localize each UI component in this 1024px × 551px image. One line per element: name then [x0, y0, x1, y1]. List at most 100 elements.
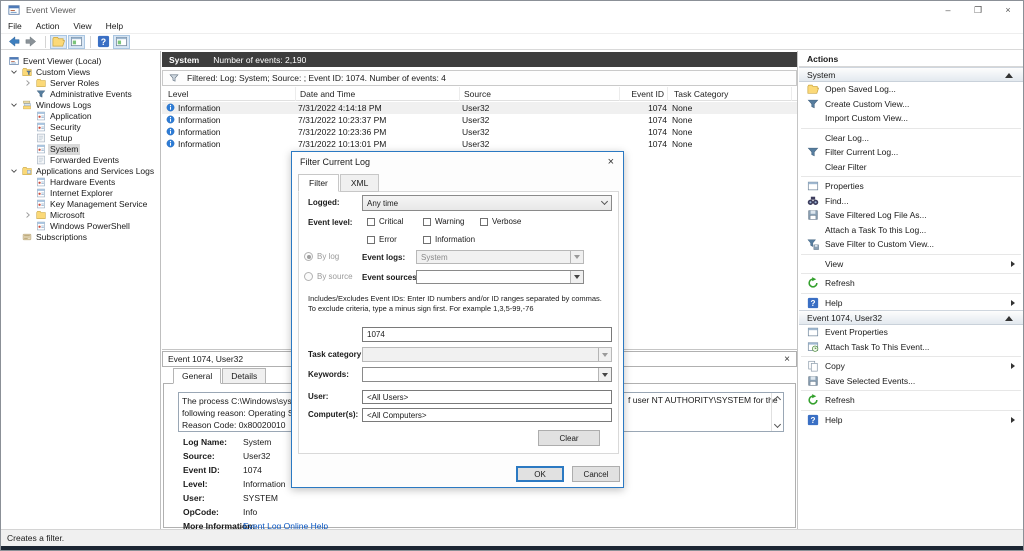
checkbox-box[interactable]	[367, 235, 375, 244]
message-scrollbar[interactable]	[771, 393, 783, 431]
action-view[interactable]: View	[799, 257, 1023, 272]
checkbox-error[interactable]: Error	[367, 235, 397, 244]
action-attach-a-task-to-this-log[interactable]: Attach a Task To this Log...	[799, 223, 1023, 238]
tree-item-applications-and-services-logs[interactable]: Applications and Services Logs	[3, 166, 160, 177]
checkbox-information[interactable]: Information	[423, 235, 475, 244]
user-input[interactable]: <All Users>	[362, 390, 612, 404]
checkbox-box[interactable]	[423, 235, 431, 244]
menu-help[interactable]: Help	[99, 21, 130, 31]
tree-item-custom-views[interactable]: Custom Views	[3, 67, 160, 78]
forward-button[interactable]	[23, 35, 40, 49]
tab-details[interactable]: Details	[222, 368, 267, 384]
logged-combobox[interactable]: Any time	[362, 195, 612, 211]
show-console-tree-button[interactable]	[68, 34, 85, 49]
event-ids-input[interactable]: 1074	[362, 327, 612, 342]
tree-item-forwarded-events[interactable]: Forwarded Events	[3, 155, 160, 166]
tree-item-application[interactable]: Application	[3, 111, 160, 122]
action-open-saved-log[interactable]: Open Saved Log...	[799, 82, 1023, 97]
action-attach-task-to-this-event-event[interactable]: Attach Task To This Event...	[799, 340, 1023, 355]
computers-input[interactable]: <All Computers>	[362, 408, 612, 422]
dropdown-button[interactable]	[570, 271, 583, 283]
action-save-filtered-log-file-as[interactable]: Save Filtered Log File As...	[799, 208, 1023, 223]
action-clear-log[interactable]: Clear Log...	[799, 131, 1023, 146]
checkbox-box[interactable]	[367, 217, 375, 226]
checkbox-critical[interactable]: Critical	[367, 217, 403, 226]
minimize-button[interactable]: –	[933, 1, 963, 19]
tree-item-server-roles[interactable]: Server Roles	[3, 78, 160, 89]
clear-button[interactable]: Clear	[538, 430, 600, 446]
tree-item-security[interactable]: Security	[3, 122, 160, 133]
back-button[interactable]	[5, 35, 22, 49]
tree-item-hardware-events[interactable]: Hardware Events	[3, 177, 160, 188]
checkbox-box[interactable]	[423, 217, 431, 226]
tree-item-event-viewer-local[interactable]: Event Viewer (Local)	[3, 56, 160, 67]
open-saved-log-button[interactable]	[50, 34, 67, 49]
action-refresh-event[interactable]: Refresh	[799, 393, 1023, 408]
dropdown-button[interactable]	[598, 348, 611, 361]
tree-item-windows-powershell[interactable]: Windows PowerShell	[3, 221, 160, 232]
event-row-1[interactable]: Information 7/31/2022 4:14:18 PM User32 107…	[162, 102, 797, 114]
chev-expanded-icon[interactable]	[9, 166, 19, 176]
menu-view[interactable]: View	[66, 21, 98, 31]
chev-collapsed-icon[interactable]	[23, 210, 33, 220]
ok-button[interactable]: OK	[516, 466, 564, 482]
event-logs-dropdown[interactable]: System	[416, 250, 584, 264]
column-header-level[interactable]: Level	[164, 87, 296, 101]
maximize-button[interactable]: ❐	[963, 1, 993, 19]
by-log-radio[interactable]: By log	[304, 252, 339, 261]
event-row-4[interactable]: Information 7/31/2022 10:13:01 PM User32 10…	[162, 138, 797, 150]
action-refresh[interactable]: Refresh	[799, 276, 1023, 291]
event-row-2[interactable]: Information 7/31/2022 10:23:37 PM User32 10…	[162, 114, 797, 126]
tab-xml[interactable]: XML	[339, 174, 380, 192]
chev-expanded-icon[interactable]	[9, 67, 19, 77]
action-copy-event[interactable]: Copy	[799, 359, 1023, 374]
column-header-source[interactable]: Source	[460, 87, 620, 101]
dropdown-button[interactable]	[570, 251, 583, 263]
tree-item-windows-logs[interactable]: Windows Logs	[3, 100, 160, 111]
tree-item-setup[interactable]: Setup	[3, 133, 160, 144]
dropdown-button[interactable]	[598, 368, 611, 381]
action-help[interactable]: ? Help	[799, 296, 1023, 311]
menu-file[interactable]: File	[1, 21, 29, 31]
menu-action[interactable]: Action	[29, 21, 67, 31]
action-clear-filter[interactable]: Clear Filter	[799, 160, 1023, 175]
chev-collapsed-icon[interactable]	[23, 78, 33, 88]
tree-item-microsoft[interactable]: Microsoft	[3, 210, 160, 221]
checkbox-box[interactable]	[480, 217, 488, 226]
action-section-event-1074-user32[interactable]: Event 1074, User32	[799, 310, 1023, 325]
chev-expanded-icon[interactable]	[9, 100, 19, 110]
by-source-radio[interactable]: By source	[304, 272, 353, 281]
action-save-filter-to-custom-view[interactable]: Save Filter to Custom View...	[799, 237, 1023, 252]
tree-item-administrative-events[interactable]: Administrative Events	[3, 89, 160, 100]
column-header-event-id[interactable]: Event ID	[620, 87, 668, 101]
action-find[interactable]: Find...	[799, 194, 1023, 209]
action-filter-current-log[interactable]: Filter Current Log...	[799, 145, 1023, 160]
dialog-close-icon[interactable]: ×	[608, 156, 614, 168]
action-save-selected-events-event[interactable]: Save Selected Events...	[799, 374, 1023, 389]
tree-item-subscriptions[interactable]: Subscriptions	[3, 232, 160, 243]
scroll-down-icon[interactable]	[773, 420, 782, 429]
action-import-custom-view[interactable]: Import Custom View...	[799, 111, 1023, 126]
detail-close-icon[interactable]: ×	[784, 354, 790, 365]
action-section-system[interactable]: System	[799, 67, 1023, 82]
event-row-3[interactable]: Information 7/31/2022 10:23:36 PM User32 10…	[162, 126, 797, 138]
table-column-header[interactable]: Level Date and Time Source Event ID Task Cat…	[162, 87, 797, 101]
tree-item-system[interactable]: System	[3, 144, 160, 155]
action-event-properties-event[interactable]: Event Properties	[799, 325, 1023, 340]
column-header-task-category[interactable]: Task Category	[670, 87, 792, 101]
task-category-dropdown[interactable]	[362, 347, 612, 362]
column-header-date-and-time[interactable]: Date and Time	[296, 87, 460, 101]
action-create-custom-view[interactable]: Create Custom View...	[799, 97, 1023, 112]
close-button[interactable]: ×	[993, 1, 1023, 19]
scroll-up-icon[interactable]	[773, 395, 782, 404]
tree-item-internet-explorer[interactable]: Internet Explorer	[3, 188, 160, 199]
tab-general[interactable]: General	[173, 368, 222, 384]
checkbox-warning[interactable]: Warning	[423, 217, 465, 226]
show-action-pane-button[interactable]	[113, 34, 130, 49]
tab-filter[interactable]: Filter	[298, 174, 339, 192]
tree-item-key-management-service[interactable]: Key Management Service	[3, 199, 160, 210]
cancel-button[interactable]: Cancel	[572, 466, 620, 482]
help-button[interactable]: ?	[95, 35, 112, 49]
action-help-event[interactable]: ? Help	[799, 413, 1023, 428]
event-sources-dropdown[interactable]	[416, 270, 584, 284]
